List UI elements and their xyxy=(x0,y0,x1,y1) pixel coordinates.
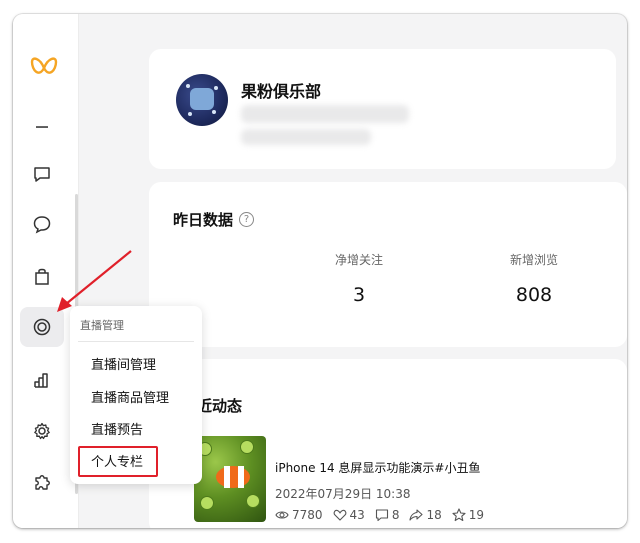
comments-metric: 8 xyxy=(375,508,400,522)
post-thumbnail[interactable] xyxy=(194,436,266,522)
app-window: 果粉俱乐部 昨日数据 ? 净增关注 3 新增浏览 808 近动态 iPhone … xyxy=(13,14,627,528)
post-date: 2022年07月29日 10:38 xyxy=(275,487,411,501)
comment-icon xyxy=(375,509,388,522)
sidebar-item-settings[interactable] xyxy=(20,411,64,451)
highlight-box xyxy=(78,446,158,477)
stat-value-net-follow: 3 xyxy=(352,284,366,306)
collapse-menu-button[interactable] xyxy=(20,107,64,147)
message-square-icon xyxy=(34,167,50,182)
likes-metric: 43 xyxy=(333,508,365,522)
shopping-bag-icon xyxy=(35,268,49,285)
blurred-description-line2 xyxy=(241,129,371,145)
menu-item-live-preview[interactable]: 直播预告 xyxy=(91,419,143,438)
sidebar-item-live[interactable] xyxy=(20,307,64,347)
share-icon xyxy=(409,509,424,521)
live-target-icon xyxy=(33,318,51,336)
chat-bubble-icon xyxy=(33,216,51,234)
shares-count: 18 xyxy=(426,508,442,522)
stat-label-net-follow: 净增关注 xyxy=(334,253,383,267)
sidebar-item-plugins[interactable] xyxy=(20,462,64,502)
profile-card: 果粉俱乐部 xyxy=(149,49,616,169)
views-metric: 7780 xyxy=(275,508,323,522)
yesterday-stats-card: 昨日数据 ? 净增关注 3 新增浏览 808 xyxy=(149,182,627,347)
blurred-description xyxy=(241,105,409,123)
stats-title-text: 昨日数据 xyxy=(173,211,234,229)
favorites-metric: 19 xyxy=(452,508,484,522)
sidebar-item-shop[interactable] xyxy=(20,256,64,296)
avatar[interactable] xyxy=(176,74,228,126)
gear-icon xyxy=(34,422,50,440)
minus-icon xyxy=(36,126,48,128)
menu-header: 直播管理 xyxy=(80,319,124,332)
logo-icon[interactable] xyxy=(29,54,59,82)
profile-name: 果粉俱乐部 xyxy=(241,82,322,101)
stat-value-new-views: 808 xyxy=(515,284,553,306)
heart-icon xyxy=(333,509,346,521)
shares-metric: 18 xyxy=(409,508,442,522)
eye-icon xyxy=(275,511,289,519)
menu-item-live-room-management[interactable]: 直播间管理 xyxy=(91,354,156,373)
comments-count: 8 xyxy=(391,508,400,522)
recent-activity-card: 近动态 iPhone 14 息屏显示功能演示#小丑鱼 2022年07月29日 1… xyxy=(149,359,627,528)
menu-item-live-product-management[interactable]: 直播商品管理 xyxy=(91,387,169,406)
sidebar-item-analytics[interactable] xyxy=(20,360,64,400)
views-count: 7780 xyxy=(292,508,323,522)
sidebar-item-messages[interactable] xyxy=(20,154,64,194)
puzzle-icon xyxy=(35,475,50,490)
post-metrics: 7780 43 8 18 19 xyxy=(275,508,484,522)
live-management-menu: 直播管理 直播间管理 直播商品管理 直播预告 个人专栏 xyxy=(70,306,202,484)
sidebar-item-comments[interactable] xyxy=(20,204,64,244)
likes-count: 43 xyxy=(349,508,365,522)
menu-divider xyxy=(78,341,194,342)
post-title[interactable]: iPhone 14 息屏显示功能演示#小丑鱼 xyxy=(275,459,480,476)
favorites-count: 19 xyxy=(468,508,485,522)
stat-label-new-views: 新增浏览 xyxy=(509,253,558,267)
star-icon xyxy=(452,508,466,522)
stats-title: 昨日数据 ? xyxy=(173,209,255,230)
help-icon[interactable]: ? xyxy=(239,212,255,227)
bar-chart-icon xyxy=(34,373,48,388)
activity-title: 近动态 xyxy=(197,397,243,415)
